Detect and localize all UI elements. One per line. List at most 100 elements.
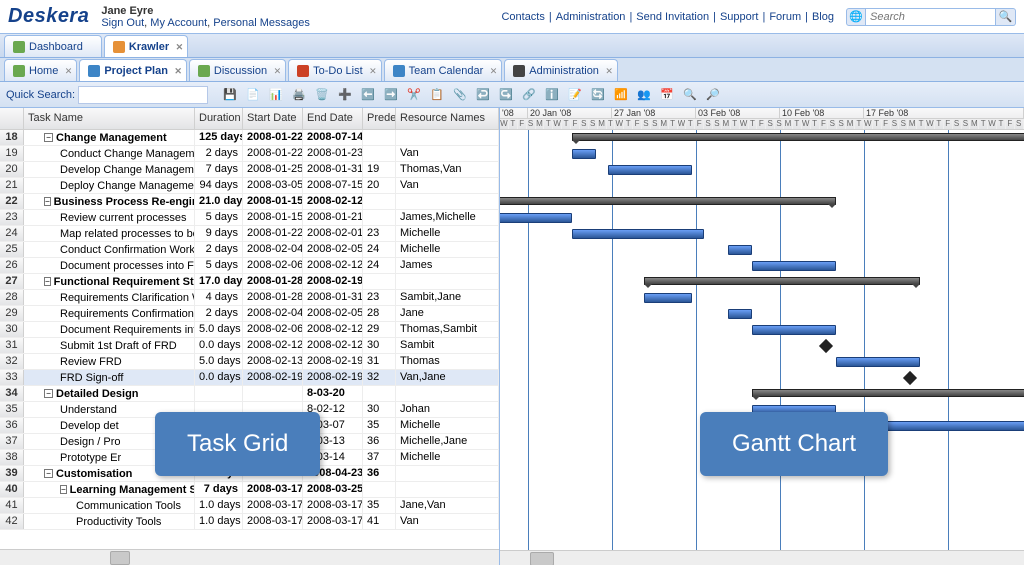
close-icon[interactable]: ✕ [369, 66, 377, 77]
table-row[interactable]: 29Requirements Confirmation work2 days20… [0, 306, 499, 322]
cut-button[interactable]: ✂️ [404, 85, 424, 105]
table-row[interactable]: 23Review current processes5 days2008-01-… [0, 210, 499, 226]
info-button[interactable]: ℹ️ [542, 85, 562, 105]
search-go-icon[interactable]: 🔍 [996, 8, 1016, 26]
collapse-icon[interactable]: − [44, 197, 51, 206]
gantt-bar[interactable] [500, 197, 836, 205]
col-resources[interactable]: Resource Names [396, 108, 499, 129]
table-row[interactable]: 38Prototype Er8-03-1437Michelle [0, 450, 499, 466]
tab-discussion[interactable]: Discussion✕ [189, 59, 286, 81]
zoom-out-button[interactable]: 🔎 [703, 85, 723, 105]
table-row[interactable]: 25Conduct Confirmation Workshop2 days200… [0, 242, 499, 258]
table-row[interactable]: 33FRD Sign-off0.0 days2008-02-192008-02-… [0, 370, 499, 386]
milestone[interactable] [819, 339, 833, 353]
outdent-button[interactable]: ⬅️ [358, 85, 378, 105]
close-icon[interactable]: ✕ [490, 66, 498, 77]
col-enddate[interactable]: End Date [303, 108, 363, 129]
collapse-icon[interactable]: − [44, 133, 53, 142]
close-icon[interactable]: ✕ [174, 66, 182, 77]
table-row[interactable]: 40−Learning Management System7 days2008-… [0, 482, 499, 498]
quicksearch-input[interactable] [78, 86, 208, 104]
collapse-icon[interactable]: − [44, 277, 51, 286]
search-input[interactable] [866, 8, 996, 26]
close-icon[interactable]: ✕ [176, 42, 184, 53]
print-button[interactable]: 🖨️ [289, 85, 309, 105]
gantt-bar[interactable] [572, 133, 1024, 141]
col-pred[interactable]: Predecessor [363, 108, 396, 129]
close-icon[interactable]: ✕ [605, 66, 613, 77]
table-row[interactable]: 39−Customisation28 days2008-03-172008-04… [0, 466, 499, 482]
today-button[interactable]: 📅 [657, 85, 677, 105]
table-row[interactable]: 26Document processes into Functi5 days20… [0, 258, 499, 274]
table-row[interactable]: 42Productivity Tools1.0 days2008-03-1720… [0, 514, 499, 530]
table-row[interactable]: 30Document Requirements into FRD5.0 days… [0, 322, 499, 338]
export-pdf-button[interactable]: 📄 [243, 85, 263, 105]
contacts-link[interactable]: Contacts [501, 11, 544, 23]
collapse-icon[interactable]: − [44, 389, 53, 398]
gantt-chart[interactable] [500, 130, 1024, 550]
collapse-icon[interactable]: − [44, 469, 53, 478]
gantt-bar[interactable] [752, 389, 1024, 397]
tab-calendar[interactable]: Team Calendar✕ [384, 59, 503, 81]
undo-button[interactable]: ↩️ [473, 85, 493, 105]
col-taskname[interactable]: Task Name [24, 108, 195, 129]
grid-hscroll[interactable] [0, 549, 499, 565]
gantt-bar[interactable] [752, 261, 836, 271]
milestone[interactable] [903, 371, 917, 385]
table-row[interactable]: 27−Functional Requirement Study17.0 days… [0, 274, 499, 290]
export-excel-button[interactable]: 📊 [266, 85, 286, 105]
refresh-button[interactable]: 🔄 [588, 85, 608, 105]
table-row[interactable]: 18−Change Management125 days2008-01-2220… [0, 130, 499, 146]
table-row[interactable]: 19Conduct Change Management Pl2 days2008… [0, 146, 499, 162]
myaccount-link[interactable]: My Account [150, 17, 207, 29]
gantt-bar[interactable] [836, 357, 920, 367]
close-icon[interactable]: ✕ [274, 66, 282, 77]
blog-link[interactable]: Blog [812, 11, 834, 23]
table-row[interactable]: 28Requirements Clarification Works4 days… [0, 290, 499, 306]
forum-link[interactable]: Forum [769, 11, 801, 23]
gantt-bar[interactable] [572, 149, 596, 159]
search-scope-icon[interactable]: 🌐 [846, 8, 866, 26]
gantt-bar[interactable] [728, 309, 752, 319]
table-row[interactable]: 32Review FRD5.0 days2008-02-132008-02-19… [0, 354, 499, 370]
tab-home[interactable]: Home✕ [4, 59, 77, 81]
resources-button[interactable]: 👥 [634, 85, 654, 105]
gantt-bar[interactable] [752, 405, 836, 415]
delete-button[interactable]: 🗑️ [312, 85, 332, 105]
tab-todo[interactable]: To-Do List✕ [288, 59, 382, 81]
gantt-hscroll[interactable] [500, 550, 1024, 565]
messages-link[interactable]: Personal Messages [213, 17, 310, 29]
table-row[interactable]: 21Deploy Change Management Act94 days200… [0, 178, 499, 194]
col-duration[interactable]: Duration [195, 108, 243, 129]
note-button[interactable]: 📝 [565, 85, 585, 105]
gantt-bar[interactable] [836, 421, 1024, 431]
admin-link[interactable]: Administration [556, 11, 626, 23]
progress-button[interactable]: 📶 [611, 85, 631, 105]
zoom-in-button[interactable]: 🔍 [680, 85, 700, 105]
table-row[interactable]: 36Develop det8-03-0735Michelle [0, 418, 499, 434]
gantt-bar[interactable] [608, 165, 692, 175]
table-row[interactable]: 20Develop Change Management Pl7 days2008… [0, 162, 499, 178]
indent-button[interactable]: ➡️ [381, 85, 401, 105]
tab-dashboard[interactable]: Dashboard [4, 35, 102, 57]
table-row[interactable]: 35Understand8-02-1230Johan [0, 402, 499, 418]
gantt-bar[interactable] [728, 245, 752, 255]
save-button[interactable]: 💾 [220, 85, 240, 105]
table-row[interactable]: 24Map related processes to best p9 days2… [0, 226, 499, 242]
table-row[interactable]: 31Submit 1st Draft of FRD0.0 days2008-02… [0, 338, 499, 354]
gantt-bar[interactable] [752, 325, 836, 335]
tab-project-plan[interactable]: Project Plan✕ [79, 59, 187, 81]
close-icon[interactable]: ✕ [65, 66, 73, 77]
table-row[interactable]: 22−Business Process Re-engineering21.0 d… [0, 194, 499, 210]
tab-krawler[interactable]: Krawler ✕ [104, 35, 188, 57]
tab-administration[interactable]: Administration✕ [504, 59, 618, 81]
link-button[interactable]: 🔗 [519, 85, 539, 105]
table-row[interactable]: 37Design / Pro8-03-1336Michelle,Jane [0, 434, 499, 450]
gantt-bar[interactable] [644, 277, 920, 285]
support-link[interactable]: Support [720, 11, 759, 23]
redo-button[interactable]: ↪️ [496, 85, 516, 105]
table-row[interactable]: 34−Detailed Design8-03-20 [0, 386, 499, 402]
col-startdate[interactable]: Start Date [243, 108, 303, 129]
signout-link[interactable]: Sign Out [101, 17, 144, 29]
collapse-icon[interactable]: − [60, 485, 67, 494]
